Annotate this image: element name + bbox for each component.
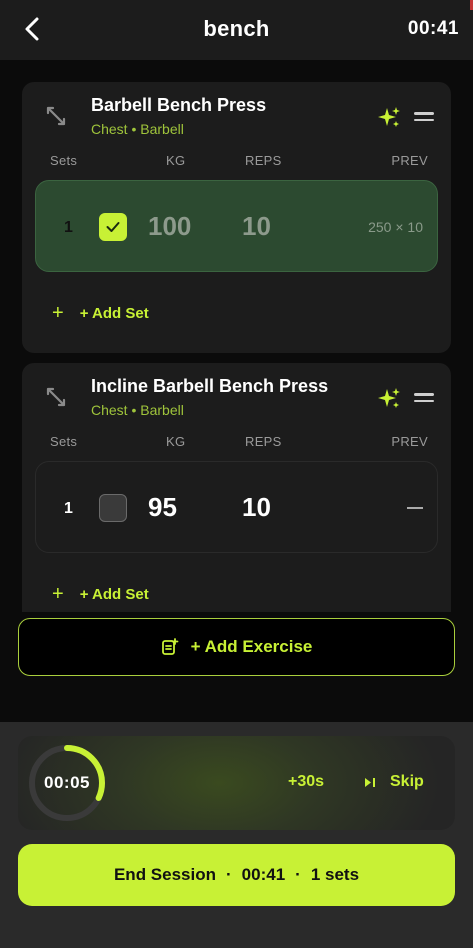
- exercise-subtitle: Chest • Barbell: [91, 121, 184, 137]
- set-number: 1: [64, 500, 73, 517]
- col-sets: Sets: [50, 153, 78, 168]
- col-prev: PREV: [391, 434, 428, 449]
- page-title: bench: [203, 16, 270, 41]
- add-exercise-button[interactable]: + Add Exercise: [18, 618, 455, 676]
- set-complete-checkbox[interactable]: [99, 213, 127, 241]
- kg-value[interactable]: 100: [148, 211, 191, 242]
- dumbbell-icon: [46, 387, 66, 407]
- end-session-button[interactable]: End Session · 00:41 · 1 sets: [18, 844, 455, 906]
- bottom-panel: 00:05 +30s Skip End Session · 00:41 · 1 …: [0, 722, 473, 948]
- set-number: 1: [64, 219, 73, 236]
- separator-dot: ·: [295, 865, 301, 884]
- top-bar: bench 00:41: [0, 0, 473, 60]
- col-prev: PREV: [391, 153, 428, 168]
- plus-icon: +: [52, 583, 64, 605]
- drag-handle-icon[interactable]: [414, 393, 434, 403]
- end-session-time: 00:41: [241, 865, 286, 884]
- kg-value[interactable]: 95: [148, 492, 177, 523]
- col-reps: REPS: [245, 434, 282, 449]
- exercise-list[interactable]: Barbell Bench Press Chest • Barbell Sets…: [0, 60, 473, 612]
- sparkle-icon[interactable]: [377, 386, 401, 410]
- add-30s-button[interactable]: +30s: [288, 773, 324, 791]
- end-session-sets: 1 sets: [310, 865, 360, 884]
- check-icon: [106, 222, 120, 232]
- reps-value[interactable]: 10: [242, 492, 271, 523]
- dumbbell-icon: [46, 106, 66, 126]
- col-reps: REPS: [245, 153, 282, 168]
- set-complete-checkbox[interactable]: [99, 494, 127, 522]
- end-session-label: End Session: [113, 865, 216, 884]
- exercise-card: Barbell Bench Press Chest • Barbell Sets…: [22, 82, 451, 353]
- exercise-name[interactable]: Barbell Bench Press: [91, 95, 266, 116]
- add-set-label: + Add Set: [79, 305, 149, 322]
- add-set-label: + Add Set: [79, 586, 149, 603]
- reps-value[interactable]: 10: [242, 211, 271, 242]
- exercise-name[interactable]: Incline Barbell Bench Press: [91, 376, 328, 397]
- previous-empty-dash: [407, 507, 423, 509]
- rest-time: 00:05: [44, 773, 90, 792]
- col-kg: KG: [166, 153, 186, 168]
- session-timer: 00:41: [407, 18, 459, 39]
- separator-dot: ·: [226, 865, 232, 884]
- exercise-subtitle: Chest • Barbell: [91, 402, 184, 418]
- exercise-card: Incline Barbell Bench Press Chest • Barb…: [22, 363, 451, 612]
- skip-icon: [365, 777, 375, 787]
- drag-handle-icon[interactable]: [414, 112, 434, 122]
- add-set-button[interactable]: + + Add Set: [52, 583, 149, 606]
- set-row[interactable]: 1 100 10 250 × 10: [35, 180, 438, 272]
- add-set-button[interactable]: + + Add Set: [52, 302, 149, 325]
- add-exercise-label: + Add Exercise: [190, 637, 313, 656]
- previous-value: 250 × 10: [368, 219, 423, 235]
- skip-button[interactable]: Skip: [364, 773, 424, 791]
- col-sets: Sets: [50, 434, 78, 449]
- sparkle-icon[interactable]: [377, 105, 401, 129]
- rest-timer-panel: 00:05 +30s Skip: [18, 736, 455, 830]
- skip-label: Skip: [390, 773, 424, 790]
- col-kg: KG: [166, 434, 186, 449]
- add-note-icon: [161, 638, 179, 655]
- set-row[interactable]: 1 95 10: [35, 461, 438, 553]
- plus-icon: +: [52, 302, 64, 324]
